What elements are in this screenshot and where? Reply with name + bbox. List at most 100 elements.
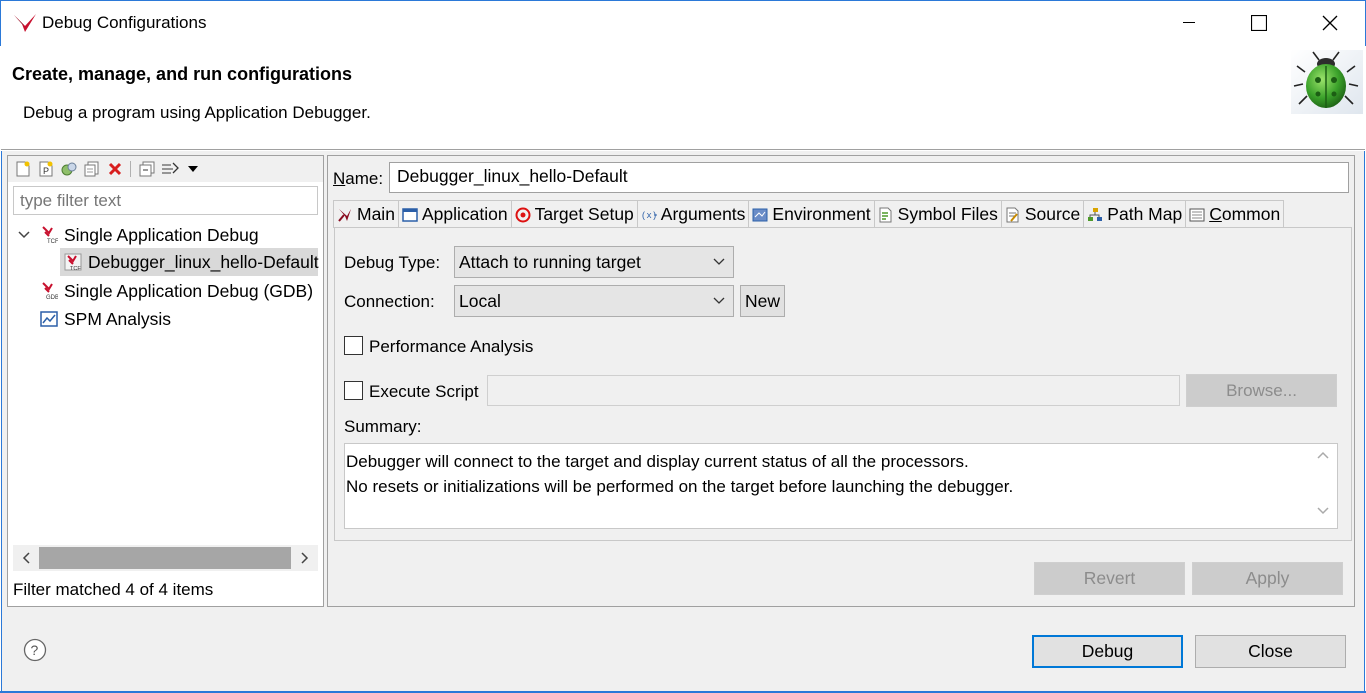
window-title: Debug Configurations [42,13,207,32]
scrollbar-thumb[interactable] [39,547,291,569]
tab-path-map[interactable]: Path Map [1084,200,1187,228]
symbol-files-icon [878,207,894,223]
scroll-right-icon[interactable] [292,545,318,571]
common-icon [1189,207,1205,223]
arguments-icon: (x) [641,207,657,223]
svg-text:?: ? [31,642,39,658]
summary-line: Debugger will connect to the target and … [346,452,969,471]
tree-item-label: Single Application Debug [64,224,259,245]
environment-icon [752,207,768,223]
execute-script-checkbox[interactable] [344,381,363,400]
tab-arguments[interactable]: (x) Arguments [637,200,750,228]
delete-icon[interactable] [104,159,125,180]
chart-icon [40,310,58,328]
tab-label: Common [1209,204,1281,224]
summary-line: No resets or initializations will be per… [346,477,1014,496]
tab-label: Application [421,204,508,224]
filter-input[interactable] [13,186,318,215]
tab-application[interactable]: Application [398,200,512,228]
tab-label: Path Map [1107,204,1183,224]
tree-item-label: Debugger_linux_hello-Default [88,251,319,272]
tree-item-label: Single Application Debug (GDB) [64,280,314,301]
summary-label: Summary: [344,417,422,436]
tree-item-spm-analysis[interactable]: SPM Analysis [14,305,171,333]
svg-text:GDB: GDB [46,295,58,300]
tab-bar: Main Application Target Setup (x) Argume… [333,200,1285,228]
window-icon [402,207,418,223]
close-button[interactable]: Close [1195,635,1346,668]
tab-symbol-files[interactable]: Symbol Files [874,200,1002,228]
duplicate-icon[interactable] [81,159,102,180]
name-field[interactable]: Debugger_linux_hello-Default [389,162,1349,193]
toolbar-separator [130,161,131,177]
tab-main[interactable]: Main [333,200,399,228]
tab-label: Main [357,204,395,224]
summary-text-area[interactable]: Debugger will connect to the target and … [344,443,1338,529]
maximize-button[interactable] [1236,0,1282,46]
minimize-button[interactable] [1166,0,1212,46]
performance-analysis-label: Performance Analysis [369,337,534,356]
source-icon [1005,207,1021,223]
debug-type-label: Debug Type: [344,253,441,272]
new-config-icon[interactable] [12,159,33,180]
expand-chevron-icon[interactable] [14,228,34,242]
close-icon [1322,15,1338,31]
tab-target-setup[interactable]: Target Setup [511,200,638,228]
close-window-button[interactable] [1307,0,1353,46]
target-icon [515,207,531,223]
tab-source[interactable]: Source [1001,200,1085,228]
header-banner: Create, manage, and run configurations D… [1,46,1365,150]
tab-label: Arguments [660,204,746,224]
debug-type-value: Attach to running target [459,251,641,272]
view-menu-icon[interactable] [182,159,203,180]
tree-item-label: SPM Analysis [64,308,171,329]
svg-text:(x): (x) [641,211,657,221]
xilinx-icon [337,207,353,223]
tree-item-single-application-debug-gdb[interactable]: GDB Single Application Debug (GDB) [14,277,313,305]
scroll-left-icon[interactable] [13,545,39,571]
scroll-down-icon[interactable] [1313,505,1333,525]
path-map-icon [1087,207,1103,223]
bug-icon [1291,50,1363,114]
gdb-icon: GDB [40,282,58,300]
scroll-up-icon[interactable] [1313,449,1333,469]
app-logo-icon [13,12,37,34]
collapse-all-icon[interactable] [136,159,157,180]
debug-button[interactable]: Debug [1032,635,1183,668]
filter-icon[interactable] [159,159,180,180]
tcf-icon: TCF [40,226,58,244]
tab-label: Symbol Files [897,204,998,224]
chevron-down-icon [713,297,725,304]
svg-text:TCF: TCF [70,266,81,271]
execute-script-label: Execute Script [369,382,479,401]
browse-button[interactable]: Browse... [1186,374,1337,407]
connection-select[interactable]: Local [454,285,734,317]
connection-label: Connection: [344,292,435,311]
tree-item-single-application-debug[interactable]: TCF Single Application Debug [14,221,259,249]
chevron-down-icon [713,258,725,265]
connection-value: Local [459,290,501,311]
tab-common[interactable]: Common [1186,200,1285,228]
revert-button[interactable]: Revert [1034,562,1185,595]
minimize-icon [1183,22,1195,23]
maximize-icon [1251,15,1267,31]
header-description: Debug a program using Application Debugg… [23,103,371,122]
tree-item-debugger-linux-hello-default[interactable]: TCF Debugger_linux_hello-Default [60,248,319,276]
performance-analysis-checkbox[interactable] [344,336,363,355]
tab-environment[interactable]: Environment [749,200,875,228]
new-prototype-icon[interactable]: P [35,159,56,180]
svg-text:TCF: TCF [47,239,58,244]
debug-type-select[interactable]: Attach to running target [454,246,734,278]
apply-button[interactable]: Apply [1192,562,1343,595]
tcf-config-icon: TCF [64,253,82,271]
tab-label: Source [1024,204,1081,224]
tree-toolbar: P [8,156,323,182]
header-title: Create, manage, and run configurations [12,64,353,84]
tab-label: Environment [772,204,871,224]
export-icon[interactable] [58,159,79,180]
script-path-field[interactable] [487,375,1180,406]
new-connection-button[interactable]: New [740,285,785,317]
name-label: Name: [333,169,384,188]
svg-text:P: P [43,166,49,176]
help-icon[interactable]: ? [23,638,47,662]
